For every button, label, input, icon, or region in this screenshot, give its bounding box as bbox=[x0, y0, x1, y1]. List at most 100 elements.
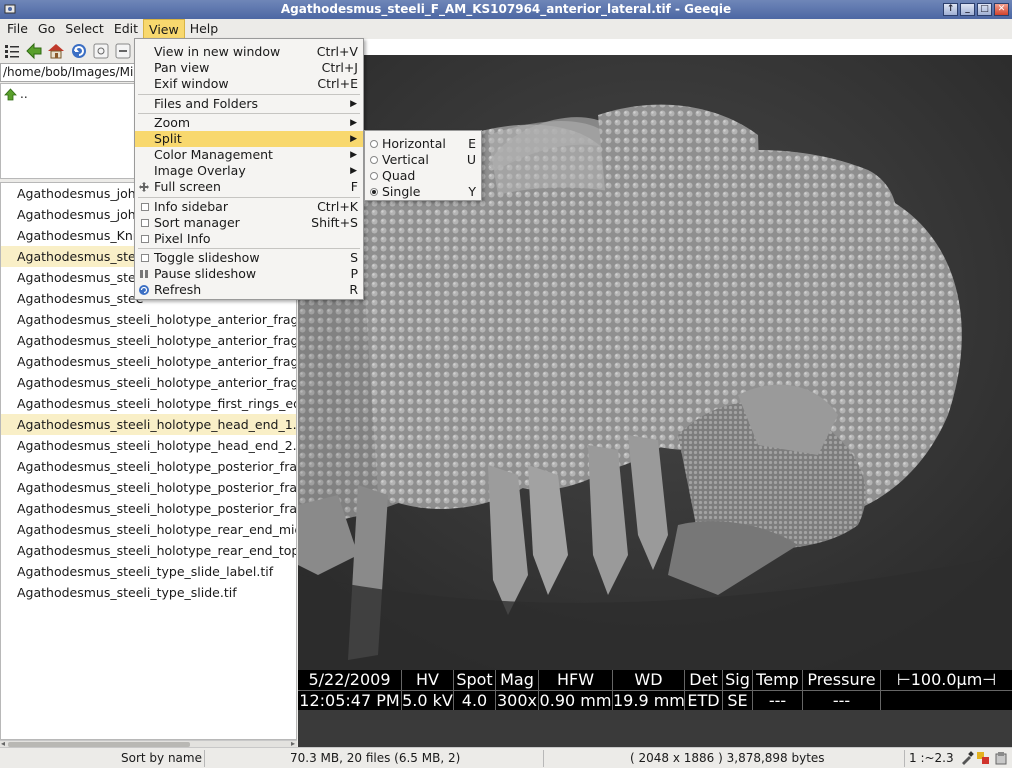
title-bar: Agathodesmus_steeli_F_AM_KS107964_anteri… bbox=[0, 0, 1012, 19]
zoom-level: 1 :~2.3 bbox=[909, 751, 954, 765]
file-list-item[interactable]: Agathodesmus_steeli_holotype_anterior_fr… bbox=[1, 309, 296, 330]
thumbnail-icon[interactable] bbox=[92, 42, 110, 60]
sem-pressure: Pressure --- bbox=[803, 670, 881, 710]
menu-view[interactable]: View bbox=[143, 19, 185, 39]
file-list-item[interactable]: Agathodesmus_steeli_holotype_anterior_fr… bbox=[1, 372, 296, 393]
sem-info-bar: 5/22/2009 12:05:47 PM HV 5.0 kV Spot 4.0 Ma… bbox=[298, 670, 1012, 710]
status-separator bbox=[904, 750, 905, 767]
file-list-item[interactable]: Agathodesmus_steeli_holotype_head_end_2.… bbox=[1, 435, 296, 456]
write-pending-icon[interactable] bbox=[994, 751, 1008, 765]
sem-datetime: 5/22/2009 12:05:47 PM bbox=[298, 670, 402, 710]
menu-item-sort-manager[interactable]: Sort manager Shift+S bbox=[135, 215, 363, 231]
window-minimize-button[interactable]: _ bbox=[960, 3, 975, 16]
parent-folder-row[interactable]: .. bbox=[4, 87, 28, 101]
file-list-item[interactable]: Agathodesmus_steeli_holotype_posterior_f… bbox=[1, 498, 296, 519]
status-separator bbox=[543, 750, 544, 767]
menu-item-toggle-slideshow[interactable]: Toggle slideshow S bbox=[135, 250, 363, 266]
radio-icon bbox=[370, 156, 378, 164]
refresh-icon[interactable] bbox=[70, 42, 88, 60]
sem-wd: WD 19.9 mm bbox=[613, 670, 685, 710]
parent-folder-label: .. bbox=[20, 87, 28, 101]
color-profile-icon[interactable] bbox=[976, 751, 990, 765]
menu-file[interactable]: File bbox=[2, 19, 33, 39]
split-submenu: Horizontal E Vertical U Quad Single Y bbox=[364, 130, 482, 201]
sem-temp: Temp --- bbox=[753, 670, 803, 710]
checkbox-icon bbox=[141, 235, 149, 243]
checkbox-icon bbox=[141, 219, 149, 227]
sem-hfw: HFW 0.90 mm bbox=[539, 670, 613, 710]
menu-go[interactable]: Go bbox=[33, 19, 60, 39]
file-list-item[interactable]: Agathodesmus_steeli_holotype_rear_end_mi… bbox=[1, 519, 296, 540]
menu-item-files-and-folders[interactable]: Files and Folders ▶ bbox=[135, 96, 363, 112]
refresh-icon bbox=[139, 285, 149, 295]
sem-scale: ⊢100.0μm⊣ bbox=[881, 670, 1012, 710]
submenu-arrow-icon: ▶ bbox=[350, 99, 357, 109]
fullscreen-icon bbox=[139, 182, 149, 192]
split-vertical-item[interactable]: Vertical U bbox=[365, 152, 481, 168]
sem-det: Det ETD bbox=[685, 670, 723, 710]
color-picker-icon[interactable] bbox=[960, 751, 974, 765]
menu-item-exif-window[interactable]: Exif window Ctrl+E bbox=[135, 76, 363, 92]
submenu-arrow-icon: ▶ bbox=[350, 134, 357, 144]
file-list-item[interactable]: Agathodesmus_steeli_holotype_posterior_f… bbox=[1, 456, 296, 477]
menu-bar: File Go Select Edit View Help bbox=[0, 19, 1012, 39]
split-single-item[interactable]: Single Y bbox=[365, 184, 481, 200]
radio-selected-icon bbox=[370, 188, 378, 196]
radio-icon bbox=[370, 172, 378, 180]
menu-item-color-management[interactable]: Color Management ▶ bbox=[135, 147, 363, 163]
menu-item-pause-slideshow[interactable]: Pause slideshow P bbox=[135, 266, 363, 282]
sem-sig: Sig SE bbox=[723, 670, 753, 710]
sem-hv: HV 5.0 kV bbox=[402, 670, 454, 710]
image-info: ( 2048 x 1886 ) 3,878,898 bytes bbox=[630, 751, 825, 765]
file-count: 70.3 MB, 20 files (6.5 MB, 2) bbox=[290, 751, 461, 765]
file-list-item[interactable]: Agathodesmus_steeli_type_slide.tif bbox=[1, 582, 296, 603]
menu-separator bbox=[138, 94, 360, 95]
radio-icon bbox=[370, 140, 378, 148]
status-separator bbox=[204, 750, 205, 767]
submenu-arrow-icon: ▶ bbox=[350, 118, 357, 128]
menu-edit[interactable]: Edit bbox=[109, 19, 143, 39]
status-bar: Sort by name 70.3 MB, 20 files (6.5 MB, … bbox=[0, 747, 1012, 768]
menu-separator bbox=[138, 113, 360, 114]
file-list-item[interactable]: Agathodesmus_steeli_type_slide_label.tif bbox=[1, 561, 296, 582]
checkbox-icon bbox=[141, 203, 149, 211]
home-icon[interactable] bbox=[47, 42, 65, 60]
menu-item-info-sidebar[interactable]: Info sidebar Ctrl+K bbox=[135, 199, 363, 215]
window-close-button[interactable]: ✕ bbox=[994, 3, 1009, 16]
split-quad-item[interactable]: Quad bbox=[365, 168, 481, 184]
file-list-item[interactable]: Agathodesmus_steeli_holotype_posterior_f… bbox=[1, 477, 296, 498]
split-horizontal-item[interactable]: Horizontal E bbox=[365, 136, 481, 152]
sem-mag: Mag 300x bbox=[496, 670, 539, 710]
back-arrow-icon[interactable] bbox=[25, 42, 43, 60]
menu-item-zoom[interactable]: Zoom ▶ bbox=[135, 115, 363, 131]
menu-item-split[interactable]: Split ▶ bbox=[135, 131, 363, 147]
window-up-button[interactable]: ↑ bbox=[943, 3, 958, 16]
submenu-arrow-icon: ▶ bbox=[350, 166, 357, 176]
menu-item-pan-view[interactable]: Pan view Ctrl+J bbox=[135, 60, 363, 76]
file-list-item[interactable]: Agathodesmus_steeli_holotype_anterior_fr… bbox=[1, 351, 296, 372]
sem-spot: Spot 4.0 bbox=[454, 670, 496, 710]
menu-item-image-overlay[interactable]: Image Overlay ▶ bbox=[135, 163, 363, 179]
menu-item-full-screen[interactable]: Full screen F bbox=[135, 179, 363, 195]
menu-item-refresh[interactable]: Refresh R bbox=[135, 282, 363, 298]
menu-help[interactable]: Help bbox=[185, 19, 224, 39]
file-list-item[interactable]: Agathodesmus_steeli_holotype_first_rings… bbox=[1, 393, 296, 414]
up-arrow-icon bbox=[4, 87, 17, 100]
file-list-item[interactable]: Agathodesmus_steeli_holotype_rear_end_to… bbox=[1, 540, 296, 561]
menu-separator bbox=[138, 197, 360, 198]
file-list-item-selected[interactable]: Agathodesmus_steeli_holotype_head_end_1.… bbox=[1, 414, 296, 435]
zoom-icon[interactable] bbox=[114, 42, 132, 60]
menu-item-view-in-new-window[interactable]: View in new window Ctrl+V bbox=[135, 44, 363, 60]
list-view-icon[interactable] bbox=[3, 42, 21, 60]
menu-item-pixel-info[interactable]: Pixel Info bbox=[135, 231, 363, 247]
sort-button[interactable]: Sort by name bbox=[121, 750, 202, 767]
pause-icon bbox=[140, 270, 148, 278]
menu-separator bbox=[138, 248, 360, 249]
submenu-arrow-icon: ▶ bbox=[350, 150, 357, 160]
window-maximize-button[interactable]: □ bbox=[977, 3, 992, 16]
checkbox-icon bbox=[141, 254, 149, 262]
menu-select[interactable]: Select bbox=[60, 19, 109, 39]
window-title: Agathodesmus_steeli_F_AM_KS107964_anteri… bbox=[280, 2, 732, 16]
view-menu-dropdown: View in new window Ctrl+V Pan view Ctrl+J … bbox=[134, 38, 364, 300]
file-list-item[interactable]: Agathodesmus_steeli_holotype_anterior_fr… bbox=[1, 330, 296, 351]
